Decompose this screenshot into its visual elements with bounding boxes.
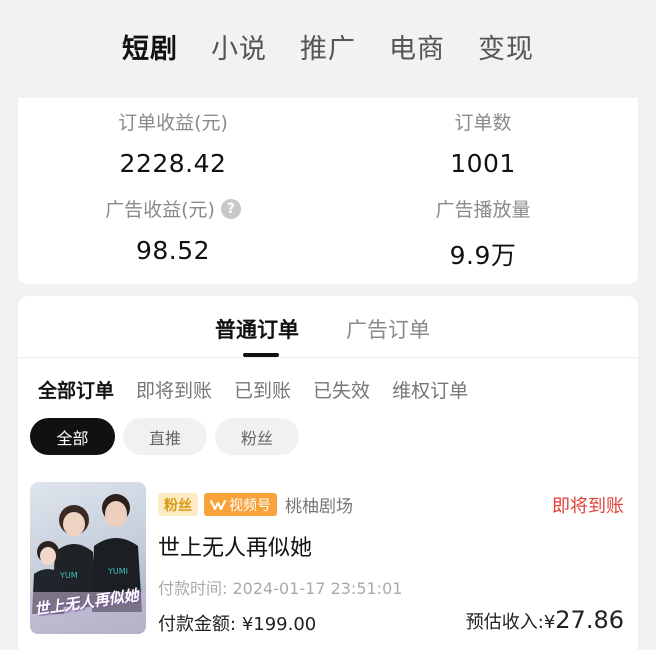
order-income-value: 2228.42 [119,149,227,178]
tab-promotion[interactable]: 推广 [300,27,356,66]
estimated-income: 预估收入: ¥ 27.86 [466,606,624,634]
chip-all[interactable]: 全部 [30,418,115,455]
order-type-tabs: 普通订单 广告订单 [18,296,638,358]
pay-amount-value: ¥199.00 [241,614,317,635]
tab-ecommerce[interactable]: 电商 [389,27,445,66]
fans-badge: 粉丝 [158,493,198,516]
pay-amount-label: 付款金额: [158,614,237,635]
ad-income-value: 98.52 [135,236,211,265]
order-item[interactable]: YUM YUMI 世上无人再似她 粉丝 视频号 桃柚剧场 即将到账 世上无人再似… [18,478,638,648]
source-chips: 全部 直推 粉丝 [30,418,299,455]
tab-ad-orders[interactable]: 广告订单 [346,314,430,344]
tab-monetize[interactable]: 变现 [478,27,534,66]
order-income-stat: 订单收益(元) 2228.42 [18,108,328,178]
filter-pending[interactable]: 即将到账 [136,376,212,403]
drama-title: 世上无人再似她 [158,536,313,561]
pay-time: 付款时间: 2024-01-17 23:51:01 [158,575,402,599]
income-label: 预估收入: [465,612,544,633]
chip-direct[interactable]: 直推 [123,418,207,455]
income-value: 27.86 [555,606,624,634]
order-count-value: 1001 [450,149,516,178]
filter-disputes[interactable]: 维权订单 [392,376,468,403]
order-count-stat: 订单数 1001 [328,108,638,178]
status-filters: 全部订单 即将到账 已到账 已失效 维权订单 [38,376,468,403]
channel-badge: 视频号 [204,493,277,516]
studio-name: 桃柚剧场 [285,497,353,517]
tab-novel[interactable]: 小说 [211,27,267,66]
chip-fans[interactable]: 粉丝 [215,418,299,455]
tab-short-drama[interactable]: 短剧 [122,27,178,66]
order-status: 即将到账 [552,496,624,517]
ad-plays-label: 广告播放量 [435,199,531,221]
orders-card: 普通订单 广告订单 全部订单 即将到账 已到账 已失效 维权订单 全部 直推 粉… [18,296,638,650]
pay-amount: 付款金额: ¥199.00 [158,610,316,636]
income-currency: ¥ [543,612,556,633]
pay-time-label: 付款时间: [158,579,228,598]
ad-plays-stat: 广告播放量 9.9万 [328,195,638,272]
svg-text:YUM: YUM [59,571,78,580]
filter-expired[interactable]: 已失效 [313,376,370,403]
stats-card: 订单收益(元) 2228.42 订单数 1001 广告收益(元) ? 98.52… [18,98,638,284]
svg-text:YUMI: YUMI [107,567,128,576]
category-tabs: 短剧 小说 推广 电商 变现 [0,0,656,98]
ad-income-label: 广告收益(元) [105,199,215,221]
pay-time-value: 2024-01-17 23:51:01 [232,579,403,598]
ad-plays-value: 9.9万 [449,241,517,270]
drama-poster[interactable]: YUM YUMI 世上无人再似她 [30,482,146,634]
filter-all-orders[interactable]: 全部订单 [38,376,114,403]
order-income-label: 订单收益(元) [118,112,228,134]
channel-badge-label: 视频号 [229,497,271,514]
ad-income-stat: 广告收益(元) ? 98.52 [18,195,328,265]
tab-normal-orders[interactable]: 普通订单 [215,314,299,344]
help-icon[interactable]: ? [220,198,241,219]
active-tab-indicator [243,353,279,357]
filter-credited[interactable]: 已到账 [234,376,291,403]
order-badges: 粉丝 视频号 桃柚剧场 [158,492,353,517]
channels-icon [210,499,226,510]
order-count-label: 订单数 [454,112,512,134]
